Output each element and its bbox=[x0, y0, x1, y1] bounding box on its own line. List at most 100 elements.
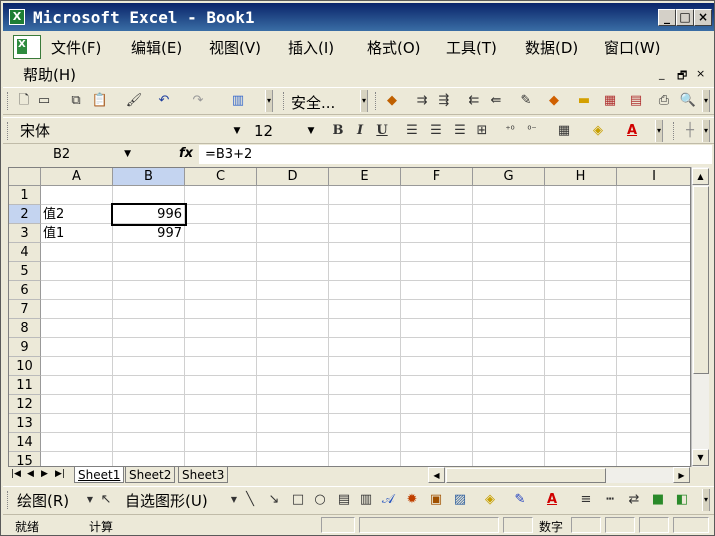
grid-cell[interactable] bbox=[257, 319, 329, 338]
toolbar-options-button[interactable]: ▾ bbox=[655, 120, 663, 142]
grid-cell[interactable] bbox=[401, 414, 473, 433]
last-sheet-icon[interactable]: ▶| bbox=[55, 469, 65, 479]
autoshapes-button[interactable]: 自选图形(U) bbox=[125, 490, 208, 511]
grid-cell[interactable] bbox=[401, 338, 473, 357]
decrease-decimal-icon[interactable]: ⁰⁻ bbox=[523, 122, 541, 140]
grid-cell[interactable] bbox=[185, 243, 257, 262]
grid-cell[interactable] bbox=[185, 205, 257, 224]
grid-cell[interactable] bbox=[617, 281, 690, 300]
grid-cell[interactable] bbox=[401, 224, 473, 243]
grid-cell[interactable] bbox=[617, 319, 690, 338]
grid-cell[interactable] bbox=[329, 300, 401, 319]
grid-cell[interactable] bbox=[545, 319, 617, 338]
bold-button[interactable]: B bbox=[329, 122, 347, 140]
select-objects-icon[interactable]: ↖ bbox=[97, 491, 115, 509]
chevron-down-icon[interactable]: ▼ bbox=[304, 122, 318, 140]
line-color-icon[interactable]: ✎ bbox=[511, 491, 529, 509]
row-header[interactable]: 9 bbox=[9, 338, 41, 357]
grid-cell[interactable] bbox=[473, 281, 545, 300]
table-icon[interactable]: ▦ bbox=[601, 92, 619, 110]
italic-button[interactable]: I bbox=[351, 122, 369, 140]
grid-cell[interactable] bbox=[401, 243, 473, 262]
grid-cell[interactable] bbox=[329, 186, 401, 205]
grid-cell[interactable] bbox=[257, 205, 329, 224]
grid-cell[interactable] bbox=[185, 186, 257, 205]
grid-cell[interactable] bbox=[41, 414, 113, 433]
column-header-a[interactable]: A bbox=[41, 168, 113, 186]
grid-cell[interactable] bbox=[113, 376, 185, 395]
underline-button[interactable]: U bbox=[373, 122, 391, 140]
3d-icon[interactable]: ◧ bbox=[673, 491, 691, 509]
grid-cell[interactable] bbox=[329, 376, 401, 395]
grid-cell[interactable] bbox=[473, 452, 545, 466]
grid-cell[interactable] bbox=[617, 205, 690, 224]
grid-cell[interactable] bbox=[545, 376, 617, 395]
toolbar-grip[interactable] bbox=[7, 491, 10, 509]
grid-cell[interactable] bbox=[41, 376, 113, 395]
textbox-icon[interactable]: ▤ bbox=[335, 491, 353, 509]
paste-icon[interactable]: 📋 bbox=[91, 92, 109, 110]
row-header[interactable]: 13 bbox=[9, 414, 41, 433]
grid-cell[interactable] bbox=[401, 395, 473, 414]
grid-cell[interactable] bbox=[401, 262, 473, 281]
column-header-d[interactable]: D bbox=[257, 168, 329, 186]
grid-cell[interactable] bbox=[41, 319, 113, 338]
horizontal-scrollbar[interactable]: ◀ ▶ bbox=[428, 467, 690, 483]
grid-cell[interactable] bbox=[113, 338, 185, 357]
grid-cell[interactable] bbox=[257, 262, 329, 281]
grid-cell[interactable] bbox=[185, 281, 257, 300]
grid-cell[interactable] bbox=[329, 205, 401, 224]
grid-cell[interactable] bbox=[41, 243, 113, 262]
grid-cell[interactable] bbox=[617, 262, 690, 281]
grid-cell[interactable] bbox=[41, 262, 113, 281]
grid-cell[interactable] bbox=[257, 224, 329, 243]
cell-b3[interactable]: 997 bbox=[113, 224, 185, 243]
grid-cell[interactable] bbox=[113, 433, 185, 452]
horizontal-scroll-thumb[interactable] bbox=[446, 468, 606, 483]
sheet-tab-3[interactable]: Sheet3 bbox=[178, 467, 229, 483]
vertical-textbox-icon[interactable]: ▥ bbox=[357, 491, 375, 509]
scroll-left-icon[interactable]: ◀ bbox=[428, 467, 445, 483]
grid-cell[interactable] bbox=[257, 433, 329, 452]
grid-cell[interactable] bbox=[41, 433, 113, 452]
grid-cell[interactable] bbox=[113, 414, 185, 433]
grid-cell[interactable] bbox=[473, 262, 545, 281]
grid-cell[interactable] bbox=[473, 186, 545, 205]
insert-cols-icon[interactable]: ⇶ bbox=[435, 92, 453, 110]
menu-view[interactable]: 视图(V) bbox=[209, 37, 261, 58]
grid-cell[interactable] bbox=[257, 281, 329, 300]
toolbar-grip[interactable] bbox=[7, 122, 10, 140]
insert-rows-icon[interactable]: ⇉ bbox=[413, 92, 431, 110]
row-header[interactable]: 12 bbox=[9, 395, 41, 414]
row-header[interactable]: 11 bbox=[9, 376, 41, 395]
scroll-right-icon[interactable]: ▶ bbox=[673, 467, 690, 483]
font-color-icon[interactable]: A bbox=[543, 491, 561, 509]
fill-color-icon[interactable]: ◈ bbox=[589, 122, 607, 140]
grid-cell[interactable] bbox=[113, 319, 185, 338]
redo-icon[interactable]: ↷ bbox=[189, 92, 207, 110]
grid-cell[interactable] bbox=[329, 243, 401, 262]
grid-cell[interactable] bbox=[257, 300, 329, 319]
align-center-icon[interactable]: ☰ bbox=[427, 122, 445, 140]
rectangle-icon[interactable]: □ bbox=[289, 491, 307, 509]
grid-cell[interactable] bbox=[545, 300, 617, 319]
select-all-corner[interactable] bbox=[9, 168, 41, 186]
grid-cell[interactable] bbox=[41, 338, 113, 357]
draw-menu-button[interactable]: 绘图(R) bbox=[17, 490, 69, 511]
grid-cell[interactable] bbox=[545, 452, 617, 466]
line-style-icon[interactable]: ≡ bbox=[577, 491, 595, 509]
row-header[interactable]: 6 bbox=[9, 281, 41, 300]
grid-cell[interactable] bbox=[473, 224, 545, 243]
grid-cell[interactable] bbox=[401, 281, 473, 300]
arrow-style-icon[interactable]: ⇄ bbox=[625, 491, 643, 509]
row-header[interactable]: 10 bbox=[9, 357, 41, 376]
align-right-icon[interactable]: ☰ bbox=[451, 122, 469, 140]
chevron-down-icon[interactable]: ▼ bbox=[124, 145, 131, 164]
grid-cell[interactable] bbox=[113, 186, 185, 205]
row-header[interactable]: 2 bbox=[9, 205, 41, 224]
grid-cell[interactable] bbox=[113, 281, 185, 300]
delete-rows-icon[interactable]: ⇇ bbox=[465, 92, 483, 110]
grid-cell[interactable] bbox=[545, 262, 617, 281]
title-bar[interactable]: X Microsoft Excel - Book1 _ □ × bbox=[3, 3, 714, 31]
grid-cell[interactable] bbox=[473, 395, 545, 414]
